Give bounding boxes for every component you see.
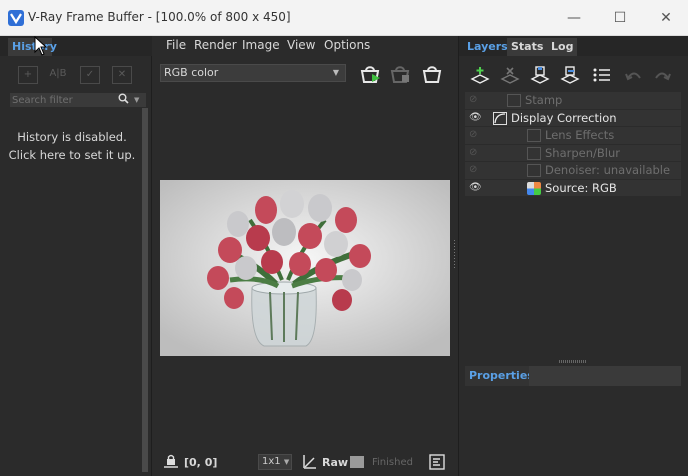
zoom-select[interactable]: 1x1 ▼ — [258, 454, 292, 470]
window-title: V-Ray Frame Buffer - [100.0% of 800 x 45… — [28, 10, 291, 24]
render-teapot-icon[interactable] — [420, 62, 446, 86]
stop-render-icon[interactable] — [388, 62, 414, 86]
menu-render[interactable]: Render — [194, 38, 237, 52]
history-save-button[interactable]: + — [18, 66, 38, 84]
layer-label: Display Correction — [511, 110, 617, 125]
color-picker-icon[interactable] — [300, 453, 318, 471]
rendered-image — [160, 180, 450, 356]
maximize-button[interactable]: ☐ — [598, 6, 642, 30]
history-tabbar: History — [0, 36, 152, 56]
render-viewport[interactable] — [160, 180, 450, 356]
menu-image[interactable]: Image — [242, 38, 280, 52]
lock-pin-icon[interactable] — [162, 453, 180, 471]
viewport-statusbar: [0, 0] 1x1 ▼ Raw Finished — [154, 450, 454, 474]
minimize-button[interactable]: — — [552, 6, 596, 30]
right-tabbar: Layers Stats Log — [459, 36, 688, 56]
zoom-select-value: 1x1 — [262, 456, 281, 467]
tab-stats[interactable]: Stats — [507, 38, 548, 56]
layers-toolbar — [459, 62, 688, 88]
raw-label: Raw — [322, 456, 349, 469]
curve-layer-icon — [493, 111, 507, 125]
chevron-down-icon: ▼ — [283, 458, 290, 466]
eye-icon[interactable]: ⊘ — [469, 94, 481, 106]
menu-bar: File Render Image View Options — [154, 36, 454, 56]
center-panel: File Render Image View Options RGB color… — [154, 36, 454, 476]
vray-icon — [8, 10, 24, 26]
color-swatch — [350, 456, 364, 468]
mouse-cursor-icon — [34, 36, 48, 56]
close-button[interactable]: ✕ — [644, 6, 688, 30]
menu-view[interactable]: View — [287, 38, 315, 52]
layer-row-stamp[interactable]: ⊘ Stamp — [465, 92, 681, 110]
search-icon[interactable] — [118, 93, 132, 107]
history-scrollbar[interactable] — [142, 108, 148, 472]
window-titlebar: V-Ray Frame Buffer - [100.0% of 800 x 45… — [0, 0, 688, 36]
source-rgb-icon — [527, 181, 541, 195]
delete-layer-icon[interactable] — [499, 65, 521, 85]
menu-options[interactable]: Options — [324, 38, 370, 52]
properties-title-field — [529, 366, 681, 386]
history-search: ▼ — [10, 93, 146, 107]
layer-row-sharpen-blur[interactable]: ⊘ Sharpen/Blur — [465, 144, 681, 162]
tab-layers[interactable]: Layers — [463, 38, 512, 56]
eye-icon[interactable]: ⊘ — [469, 147, 481, 159]
properties-header: Properties — [465, 366, 681, 386]
history-load-button[interactable]: ✓ — [80, 66, 100, 84]
history-message-line1: History is disabled. — [17, 130, 127, 144]
layer-row-lens-effects[interactable]: ⊘ Lens Effects — [465, 127, 681, 145]
history-remove-button[interactable]: ✕ — [112, 66, 132, 84]
eye-icon[interactable]: 👁 — [469, 112, 482, 124]
history-toolbar: + A|B ✓ ✕ — [0, 64, 152, 88]
pixel-coords: [0, 0] — [184, 456, 218, 469]
layer-row-display-correction[interactable]: 👁 Display Correction — [465, 109, 681, 127]
history-panel: History + A|B ✓ ✕ ▼ History is disabled.… — [0, 36, 152, 476]
layer-label: Source: RGB — [545, 180, 617, 195]
chevron-down-icon[interactable]: ▼ — [134, 93, 144, 107]
layer-row-denoiser[interactable]: ⊘ Denoiser: unavailable — [465, 162, 681, 180]
properties-label: Properties — [469, 369, 534, 382]
add-layer-icon[interactable] — [469, 65, 491, 85]
chevron-down-icon: ▼ — [332, 68, 339, 77]
channel-select[interactable]: RGB color ▼ — [160, 64, 346, 82]
stamp-layer-icon — [507, 94, 521, 107]
search-input[interactable] — [10, 93, 114, 107]
undo-icon[interactable] — [623, 65, 645, 85]
load-layers-icon[interactable] — [559, 65, 581, 85]
render-status: Finished — [372, 457, 413, 468]
tab-log[interactable]: Log — [547, 38, 578, 56]
layer-list-icon[interactable] — [591, 65, 613, 85]
save-layers-icon[interactable] — [529, 65, 551, 85]
layers-list: ⊘ Stamp 👁 Display Correction ⊘ Lens Effe… — [465, 92, 681, 197]
eye-icon[interactable]: ⊘ — [469, 129, 481, 141]
history-ab-compare-button[interactable]: A|B — [48, 66, 68, 84]
layers-toggle-icon[interactable] — [428, 453, 446, 471]
layer-label: Denoiser: unavailable — [545, 163, 671, 177]
eye-icon[interactable]: 👁 — [469, 182, 482, 194]
layer-label: Lens Effects — [545, 128, 615, 142]
history-message-line2: Click here to set it up. — [8, 148, 136, 162]
layers-panel: Layers Stats Log ⊘ Stamp 👁 Display Corre… — [458, 36, 688, 476]
eye-icon[interactable]: ⊘ — [469, 164, 481, 176]
layer-label: Stamp — [525, 93, 563, 107]
layer-row-source-rgb[interactable]: 👁 Source: RGB — [465, 179, 681, 197]
channel-select-value: RGB color — [164, 66, 219, 79]
properties-splitter-grip[interactable] — [559, 360, 587, 363]
denoiser-icon — [527, 164, 541, 177]
history-disabled-message[interactable]: History is disabled. Click here to set i… — [8, 128, 136, 164]
lens-effects-icon — [527, 129, 541, 142]
render-interactive-icon[interactable] — [358, 62, 384, 86]
layer-label: Sharpen/Blur — [545, 145, 621, 160]
menu-file[interactable]: File — [166, 38, 186, 52]
redo-icon[interactable] — [651, 65, 673, 85]
sharpen-blur-icon — [527, 146, 541, 160]
